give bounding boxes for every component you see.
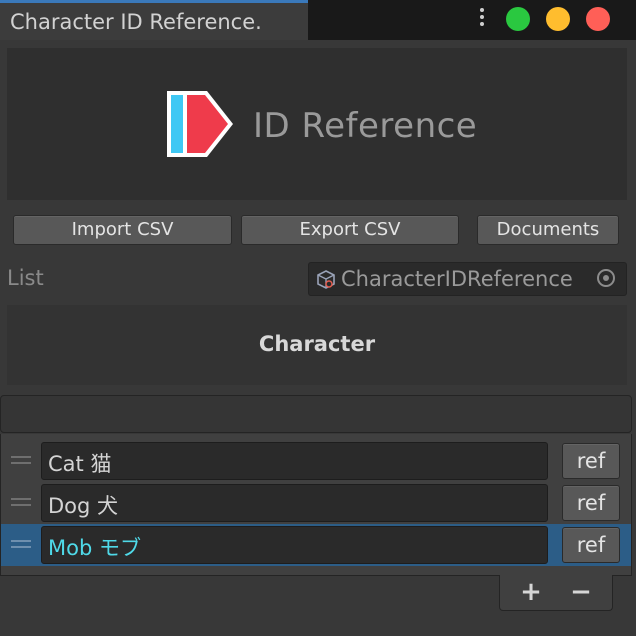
drag-handle-icon[interactable] [11,456,31,466]
remove-item-button[interactable]: − [561,577,601,607]
id-reference-logo-icon [167,91,233,157]
export-csv-button[interactable]: Export CSV [241,215,459,245]
ref-button[interactable]: ref [562,527,620,563]
close-window-button[interactable] [586,7,610,31]
minimize-window-button[interactable] [546,7,570,31]
zoom-window-button[interactable] [506,7,530,31]
item-name-value: Cat 猫 [48,452,112,476]
import-csv-button[interactable]: Import CSV [13,215,232,245]
documents-button[interactable]: Documents [477,215,619,245]
scriptable-object-icon [317,270,335,289]
title-bar: Character ID Reference. [0,0,636,40]
list-item[interactable]: Cat 猫 ref [1,440,631,482]
logo-banner: ID Reference [7,48,627,200]
character-header-panel: Character [7,305,627,385]
list-footer: + − [499,575,613,611]
list-item[interactable]: Dog 犬 ref [1,482,631,524]
item-name-field[interactable]: Mob モブ [41,526,548,564]
drag-handle-icon[interactable] [11,498,31,508]
reorderable-list: Cat 猫 ref Dog 犬 ref Mob モブ ref [0,434,632,576]
tab-title: Character ID Reference. [10,10,262,34]
ref-button[interactable]: ref [562,443,620,479]
item-name-field[interactable]: Cat 猫 [41,442,548,480]
logo-text: ID Reference [253,106,478,146]
list-object-field[interactable]: CharacterIDReference [308,262,627,296]
list-field-value: CharacterIDReference [341,267,573,291]
object-picker-icon[interactable] [597,269,615,287]
list-field-label: List [7,266,44,290]
item-name-field[interactable]: Dog 犬 [41,484,548,522]
window-tab[interactable]: Character ID Reference. [0,0,308,40]
item-name-value: Mob モブ [48,536,141,560]
character-title: Character [258,332,376,356]
more-options-icon[interactable] [474,8,490,30]
drag-handle-icon[interactable] [11,540,31,550]
ref-button[interactable]: ref [562,485,620,521]
item-name-value: Dog 犬 [48,494,119,518]
list-item-selected[interactable]: Mob モブ ref [1,524,631,566]
add-item-button[interactable]: + [511,577,551,607]
reorderable-list-header [0,395,632,433]
editor-window: Character ID Reference. ID Reference Imp… [0,0,636,636]
